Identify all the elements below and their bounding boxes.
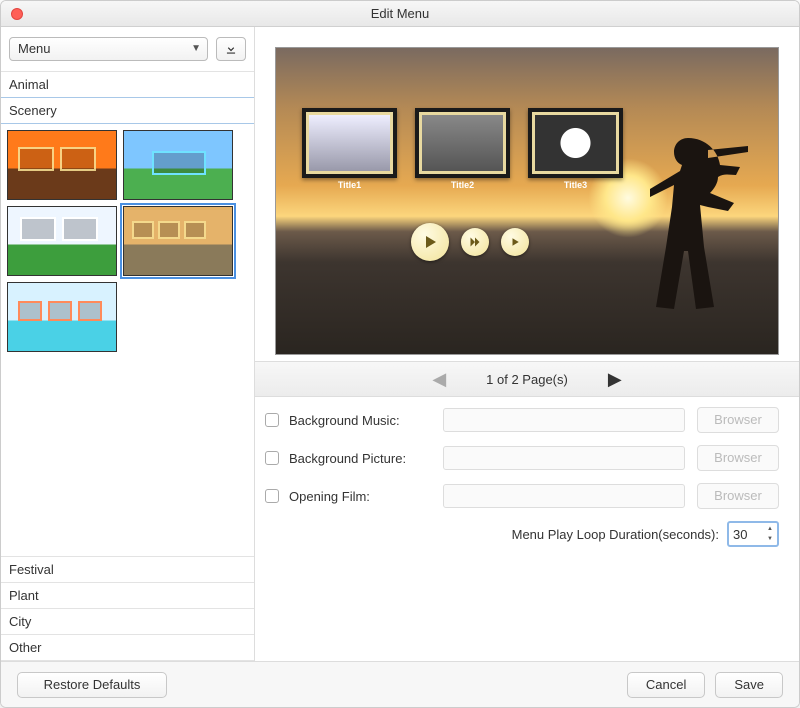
prev-page-button[interactable]: ◀ [432,369,446,390]
bg-music-input[interactable] [443,408,685,432]
main-panel: Title1 Title2 Title3 [255,27,799,661]
menu-frame-2[interactable]: Title2 [415,108,510,178]
frame-label: Title2 [419,180,506,190]
chevron-down-icon: ▼ [191,38,201,60]
next-page-button[interactable]: ▶ [608,369,622,390]
frame-label: Title3 [532,180,619,190]
menu-frame-3[interactable]: Title3 [528,108,623,178]
bg-picture-checkbox[interactable] [265,451,279,465]
play-icon [510,237,520,247]
window-controls [11,8,23,20]
opening-film-input[interactable] [443,484,685,508]
sidebar: Menu ▼ Animal Scenery [1,27,255,661]
category-scenery[interactable]: Scenery [1,97,254,124]
category-festival[interactable]: Festival [1,556,254,583]
next-button[interactable] [501,228,529,256]
photographer-silhouette [638,118,758,318]
play-icon [422,234,438,250]
category-other[interactable]: Other [1,635,254,661]
download-button[interactable] [216,37,246,61]
template-thumbnails [1,124,254,556]
opening-film-row: Opening Film: Browser [265,477,779,515]
window-title: Edit Menu [371,6,430,21]
titlebar: Edit Menu [1,1,799,27]
cancel-button[interactable]: Cancel [627,672,705,698]
bg-music-browse-button[interactable]: Browser [697,407,779,433]
template-thumb[interactable] [7,282,117,352]
menu-frame-1[interactable]: Title1 [302,108,397,178]
menu-type-select[interactable]: Menu ▼ [9,37,208,61]
play-button[interactable] [411,223,449,261]
pager: ◀ 1 of 2 Page(s) ▶ [255,361,799,397]
chevron-up-icon: ▲ [764,524,776,534]
body: Menu ▼ Animal Scenery [1,27,799,661]
restore-defaults-button[interactable]: Restore Defaults [17,672,167,698]
menu-preview: Title1 Title2 Title3 [275,47,779,355]
loop-duration-value: 30 [733,527,747,542]
template-thumb[interactable] [123,206,233,276]
forward-button[interactable] [461,228,489,256]
category-list-top: Animal Scenery [1,72,254,124]
bg-picture-row: Background Picture: Browser [265,439,779,477]
category-animal[interactable]: Animal [1,72,254,98]
loop-duration-label: Menu Play Loop Duration(seconds): [512,527,719,542]
bg-music-checkbox[interactable] [265,413,279,427]
template-thumb[interactable] [123,130,233,200]
template-thumb[interactable] [7,130,117,200]
pager-text: 1 of 2 Page(s) [486,372,568,387]
category-list-bottom: Festival Plant City Other [1,556,254,661]
bg-picture-label: Background Picture: [289,451,437,466]
sidebar-top: Menu ▼ [1,27,254,72]
template-thumb[interactable] [7,206,117,276]
category-city[interactable]: City [1,609,254,635]
frame-row: Title1 Title2 Title3 [302,108,623,178]
download-icon [224,42,238,56]
frame-label: Title1 [306,180,393,190]
bg-music-label: Background Music: [289,413,437,428]
chevron-down-icon: ▼ [764,534,776,544]
bg-picture-browse-button[interactable]: Browser [697,445,779,471]
forward-icon [469,236,481,248]
save-button[interactable]: Save [715,672,783,698]
bg-music-row: Background Music: Browser [265,401,779,439]
stepper-arrows[interactable]: ▲▼ [764,524,776,544]
category-plant[interactable]: Plant [1,583,254,609]
loop-duration-stepper[interactable]: 30 ▲▼ [727,521,779,547]
opening-film-browse-button[interactable]: Browser [697,483,779,509]
bg-picture-input[interactable] [443,446,685,470]
edit-menu-window: Edit Menu Menu ▼ Animal Scenery [0,0,800,708]
loop-duration-row: Menu Play Loop Duration(seconds): 30 ▲▼ [265,515,779,553]
close-icon[interactable] [11,8,23,20]
playback-controls [411,223,529,261]
menu-type-value: Menu [18,41,51,56]
footer: Restore Defaults Cancel Save [1,661,799,707]
settings-panel: Background Music: Browser Background Pic… [255,397,799,561]
opening-film-checkbox[interactable] [265,489,279,503]
opening-film-label: Opening Film: [289,489,437,504]
preview-wrap: Title1 Title2 Title3 [255,27,799,361]
